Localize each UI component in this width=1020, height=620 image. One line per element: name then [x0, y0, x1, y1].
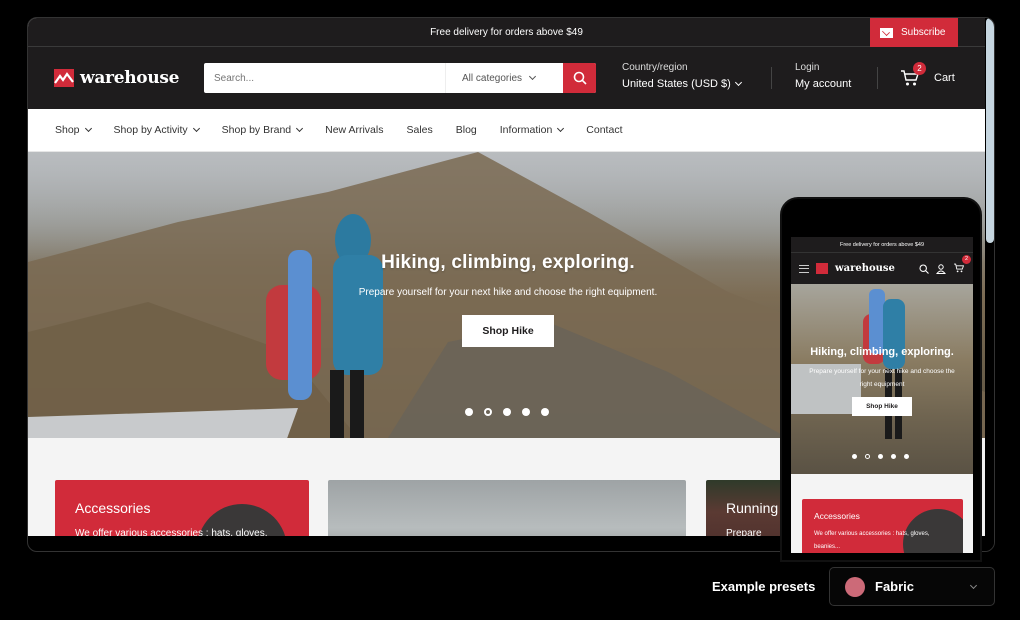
card-description: We offer various accessories : hats, glo… — [75, 528, 268, 536]
logo-mountain-icon — [54, 69, 74, 87]
chevron-down-icon — [528, 72, 537, 81]
scrollbar-thumb[interactable] — [986, 18, 994, 243]
mobile-hero: Hiking, climbing, exploring. Prepare you… — [791, 284, 973, 474]
subscribe-button[interactable]: Subscribe — [870, 18, 958, 47]
shop-hike-button[interactable]: Shop Hike — [462, 315, 554, 347]
slide-dots — [465, 408, 549, 416]
nav-item-shop-by-brand[interactable]: Shop by Brand — [221, 124, 304, 136]
nav-label: Shop by Brand — [221, 124, 292, 136]
accessories-card[interactable]: Accessories We offer various accessories… — [55, 480, 309, 536]
mobile-hero-title: Hiking, climbing, exploring. — [810, 346, 954, 358]
card-description: We offer various accessories : hats, glo… — [814, 531, 930, 550]
mobile-hero-content: Hiking, climbing, exploring. Prepare you… — [791, 346, 973, 416]
nav-item-blog[interactable]: Blog — [456, 124, 477, 136]
search-button[interactable] — [563, 63, 596, 93]
card-title: Accessories — [814, 511, 860, 521]
hero-subtitle: Prepare yourself for your next hike and … — [358, 287, 658, 298]
hero-title: Hiking, climbing, exploring. — [381, 252, 635, 273]
nav-item-new-arrivals[interactable]: New Arrivals — [325, 124, 383, 136]
slide-dot-active[interactable] — [484, 408, 492, 416]
announcement-bar: Free delivery for orders above $49 Subsc… — [28, 18, 985, 47]
search-bar: All categories — [204, 63, 596, 93]
nav-label: Information — [499, 124, 553, 136]
mobile-announcement-bar: Free delivery for orders above $49 — [791, 237, 973, 252]
nav-item-shop-by-activity[interactable]: Shop by Activity — [113, 124, 200, 136]
nav-item-sales[interactable]: Sales — [406, 124, 432, 136]
cart-icon — [954, 263, 965, 272]
main-navigation: Shop Shop by Activity Shop by Brand New … — [28, 109, 985, 152]
nav-label: Shop — [55, 124, 80, 136]
search-icon[interactable] — [919, 263, 929, 274]
slide-dot[interactable] — [904, 454, 909, 459]
card-description: Prepare you — [726, 528, 762, 536]
my-account-label: My account — [795, 78, 852, 90]
country-value: United States (USD $) — [622, 78, 731, 90]
cart-count-badge: 2 — [913, 62, 926, 75]
mail-icon — [880, 27, 893, 38]
preset-color-swatch — [845, 576, 865, 597]
slide-dot[interactable] — [852, 454, 857, 459]
store-logo[interactable]: warehouse — [54, 68, 204, 88]
chevron-down-icon — [969, 581, 978, 590]
chevron-down-icon — [296, 124, 304, 133]
cart-label: Cart — [934, 72, 955, 84]
running-card[interactable]: Running Prepare you — [706, 480, 786, 536]
search-icon — [573, 71, 587, 85]
mobile-shop-hike-button[interactable]: Shop Hike — [852, 397, 912, 416]
chevron-down-icon — [192, 124, 200, 133]
chevron-down-icon — [557, 124, 565, 133]
category-select[interactable]: All categories — [445, 63, 563, 93]
nav-label: New Arrivals — [325, 124, 384, 136]
slide-dot[interactable] — [522, 408, 530, 416]
slide-dot[interactable] — [465, 408, 473, 416]
user-icon[interactable] — [936, 263, 946, 274]
mobile-preview-frame: Free delivery for orders above $49 wareh… — [780, 197, 982, 562]
country-label: Country/region — [622, 62, 688, 73]
hero-content: Hiking, climbing, exploring. Prepare you… — [328, 252, 688, 347]
nav-label: Shop by Activity — [113, 124, 188, 136]
slide-dot[interactable] — [503, 408, 511, 416]
mobile-header: warehouse 2 — [791, 252, 973, 284]
mobile-hero-subtitle: Prepare yourself for your next hike and … — [809, 368, 955, 388]
cart-button[interactable]: 2 Cart — [900, 62, 955, 87]
divider — [877, 67, 878, 89]
mobile-logo-text[interactable]: warehouse — [835, 263, 895, 274]
slide-dot[interactable] — [878, 454, 883, 459]
preset-selected-value: Fabric — [875, 579, 915, 594]
mountain-card[interactable] — [328, 480, 686, 536]
hamburger-menu-icon[interactable] — [799, 264, 809, 273]
slide-dot[interactable] — [891, 454, 896, 459]
logo-mountain-icon — [816, 263, 828, 274]
nav-label: Blog — [455, 124, 477, 136]
preset-dropdown[interactable]: Fabric — [829, 567, 995, 606]
search-input[interactable] — [204, 63, 445, 93]
login-label: Login — [795, 62, 820, 73]
slide-dot[interactable] — [541, 408, 549, 416]
logo-text: warehouse — [80, 68, 180, 88]
nav-label: Contact — [586, 124, 623, 136]
slide-dot-active[interactable] — [865, 454, 870, 459]
mobile-slide-dots — [852, 454, 909, 459]
site-header: warehouse All categories Country/region … — [28, 47, 985, 109]
chevron-down-icon — [84, 124, 92, 133]
category-label: All categories — [462, 72, 523, 84]
presets-label: Example presets — [712, 579, 816, 594]
card-title: Running — [726, 500, 779, 516]
store-mobile-page: Free delivery for orders above $49 wareh… — [791, 237, 973, 553]
mobile-cart-button[interactable]: 2 — [953, 254, 971, 278]
card-title: Accessories — [75, 500, 151, 516]
nav-label: Sales — [406, 124, 433, 136]
announcement-text: Free delivery for orders above $49 — [430, 26, 583, 38]
account-link[interactable]: Login My account — [795, 62, 851, 90]
subscribe-label: Subscribe — [901, 27, 946, 38]
divider — [771, 67, 772, 89]
mobile-accessories-card[interactable]: Accessories We offer various accessories… — [802, 499, 963, 553]
nav-item-contact[interactable]: Contact — [586, 124, 622, 136]
cart-count-badge: 2 — [962, 254, 971, 264]
chevron-down-icon — [734, 78, 742, 87]
nav-item-shop[interactable]: Shop — [55, 124, 92, 136]
country-selector[interactable]: Country/region United States (USD $) — [622, 62, 742, 90]
nav-item-information[interactable]: Information — [499, 124, 565, 136]
